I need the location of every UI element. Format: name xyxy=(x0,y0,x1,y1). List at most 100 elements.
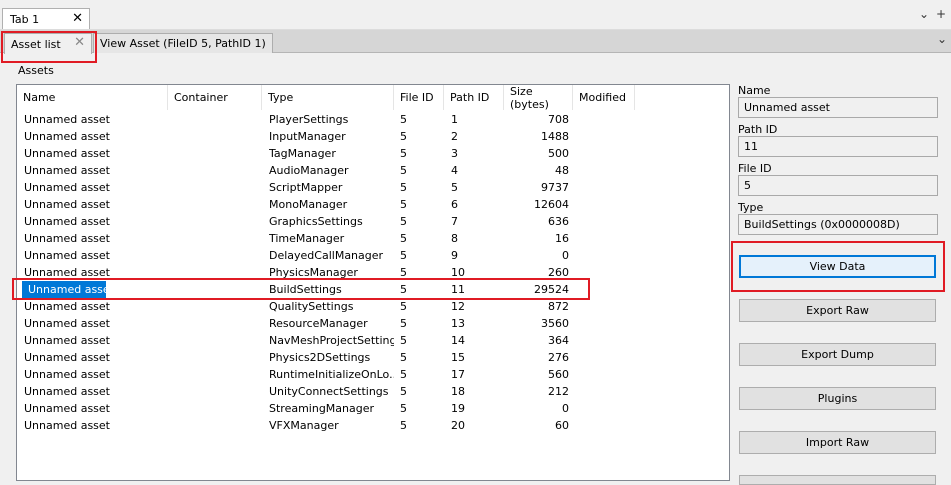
cell-container xyxy=(174,179,264,196)
cell-size: 364 xyxy=(548,334,569,347)
window-tab[interactable]: Tab 1 ✕ xyxy=(2,8,90,29)
cell-container xyxy=(174,315,264,332)
column-header-label: Container xyxy=(174,91,228,104)
table-row[interactable]: Unnamed asset Physics2DSettings 5 15 276 xyxy=(17,349,729,366)
table-row[interactable]: Unnamed asset UnityConnectSettings 5 18 212 xyxy=(17,383,729,400)
name-field[interactable]: Unnamed asset xyxy=(738,97,938,118)
table-row[interactable]: Unnamed asset BuildSettings 5 11 29524 xyxy=(17,281,729,298)
table-row[interactable]: Unnamed asset ScriptMapper 5 5 9737 xyxy=(17,179,729,196)
tab-view-asset[interactable]: View Asset (FileID 5, PathID 1) xyxy=(93,33,273,53)
cell-type: PlayerSettings xyxy=(269,113,349,126)
column-header-modified[interactable]: Modified xyxy=(573,85,635,110)
cell-file-id: 5 xyxy=(400,181,407,194)
view-data-button[interactable]: View Data xyxy=(739,255,936,278)
chevron-down-icon[interactable]: ⌄ xyxy=(919,7,929,21)
cell-container xyxy=(174,162,264,179)
cell-path-id: 12 xyxy=(451,300,465,313)
asset-list-view[interactable]: Name Container Type File ID Path ID Size… xyxy=(16,84,730,481)
cell-modified xyxy=(579,264,635,281)
cell-container xyxy=(174,281,264,298)
export-raw-button[interactable]: Export Raw xyxy=(739,299,936,322)
cell-container xyxy=(174,349,264,366)
cell-container xyxy=(174,264,264,281)
cell-name: Unnamed asset xyxy=(24,164,110,177)
column-header-name[interactable]: Name xyxy=(17,85,168,110)
cell-size: 636 xyxy=(548,215,569,228)
column-header-label: Size (bytes) xyxy=(510,84,549,111)
type-field[interactable]: BuildSettings (0x0000008D) xyxy=(738,214,938,235)
cell-size: 0 xyxy=(562,249,569,262)
column-header-size[interactable]: Size (bytes) xyxy=(504,84,573,111)
path-id-label: Path ID xyxy=(738,123,778,136)
table-row[interactable]: Unnamed asset PlayerSettings 5 1 708 xyxy=(17,111,729,128)
partial-button[interactable] xyxy=(739,475,936,485)
table-row[interactable]: Unnamed asset TimeManager 5 8 16 xyxy=(17,230,729,247)
export-dump-button[interactable]: Export Dump xyxy=(739,343,936,366)
cell-modified xyxy=(579,315,635,332)
table-row[interactable]: Unnamed asset AudioManager 5 4 48 xyxy=(17,162,729,179)
table-row[interactable]: Unnamed asset ResourceManager 5 13 3560 xyxy=(17,315,729,332)
table-row[interactable]: Unnamed asset RuntimeInitializeOnLo... 5 17… xyxy=(17,366,729,383)
table-row[interactable]: Unnamed asset InputManager 5 2 1488 xyxy=(17,128,729,145)
export-dump-label: Export Dump xyxy=(801,348,874,361)
table-row[interactable]: Unnamed asset MonoManager 5 6 12604 xyxy=(17,196,729,213)
cell-size: 29524 xyxy=(534,283,569,296)
cell-name: Unnamed asset xyxy=(24,130,110,143)
cell-type: VFXManager xyxy=(269,419,339,432)
file-id-label: File ID xyxy=(738,162,772,175)
cell-modified xyxy=(579,230,635,247)
tab-asset-list[interactable]: Asset list ✕ xyxy=(4,33,92,54)
column-header-label: Path ID xyxy=(450,91,490,104)
cell-file-id: 5 xyxy=(400,147,407,160)
close-icon[interactable]: ✕ xyxy=(72,11,83,26)
path-id-field[interactable]: 11 xyxy=(738,136,938,157)
table-row[interactable]: Unnamed asset QualitySettings 5 12 872 xyxy=(17,298,729,315)
chevron-down-icon[interactable]: ⌄ xyxy=(937,32,947,46)
column-header-container[interactable]: Container xyxy=(168,85,262,110)
table-row[interactable]: Unnamed asset GraphicsSettings 5 7 636 xyxy=(17,213,729,230)
cell-name: Unnamed asset xyxy=(24,385,110,398)
cell-container xyxy=(174,417,264,434)
cell-path-id: 8 xyxy=(451,232,458,245)
cell-size: 708 xyxy=(548,113,569,126)
cell-path-id: 3 xyxy=(451,147,458,160)
window-tab-label: Tab 1 xyxy=(10,12,40,26)
column-header-path-id[interactable]: Path ID xyxy=(444,85,504,110)
cell-modified xyxy=(579,213,635,230)
cell-file-id: 5 xyxy=(400,215,407,228)
table-row[interactable]: Unnamed asset DelayedCallManager 5 9 0 xyxy=(17,247,729,264)
cell-type: ResourceManager xyxy=(269,317,368,330)
cell-file-id: 5 xyxy=(400,130,407,143)
column-header-label: Name xyxy=(23,91,56,104)
column-header-file-id[interactable]: File ID xyxy=(394,85,444,110)
table-row[interactable]: Unnamed asset NavMeshProjectSettings 5 14 36… xyxy=(17,332,729,349)
cell-size: 16 xyxy=(555,232,569,245)
cell-modified xyxy=(579,417,635,434)
cell-name: Unnamed asset xyxy=(22,281,106,298)
column-header-label: Type xyxy=(268,91,294,104)
plugins-button[interactable]: Plugins xyxy=(739,387,936,410)
table-row[interactable]: Unnamed asset PhysicsManager 5 10 260 xyxy=(17,264,729,281)
plus-icon[interactable]: + xyxy=(936,7,946,21)
cell-container xyxy=(174,213,264,230)
close-icon[interactable]: ✕ xyxy=(74,35,85,50)
cell-file-id: 5 xyxy=(400,368,407,381)
column-header-type[interactable]: Type xyxy=(262,85,394,110)
cell-name: Unnamed asset xyxy=(24,266,110,279)
cell-name: Unnamed asset xyxy=(24,215,110,228)
cell-size: 560 xyxy=(548,368,569,381)
cell-name: Unnamed asset xyxy=(24,181,110,194)
cell-path-id: 2 xyxy=(451,130,458,143)
file-id-field[interactable]: 5 xyxy=(738,175,938,196)
cell-size: 9737 xyxy=(541,181,569,194)
cell-type: QualitySettings xyxy=(269,300,354,313)
cell-type: MonoManager xyxy=(269,198,348,211)
cell-name: Unnamed asset xyxy=(24,232,110,245)
cell-modified xyxy=(579,349,635,366)
import-raw-button[interactable]: Import Raw xyxy=(739,431,936,454)
table-row[interactable]: Unnamed asset TagManager 5 3 500 xyxy=(17,145,729,162)
cell-name: Unnamed asset xyxy=(24,147,110,160)
table-row[interactable]: Unnamed asset StreamingManager 5 19 0 xyxy=(17,400,729,417)
cell-file-id: 5 xyxy=(400,283,407,296)
table-row[interactable]: Unnamed asset VFXManager 5 20 60 xyxy=(17,417,729,434)
